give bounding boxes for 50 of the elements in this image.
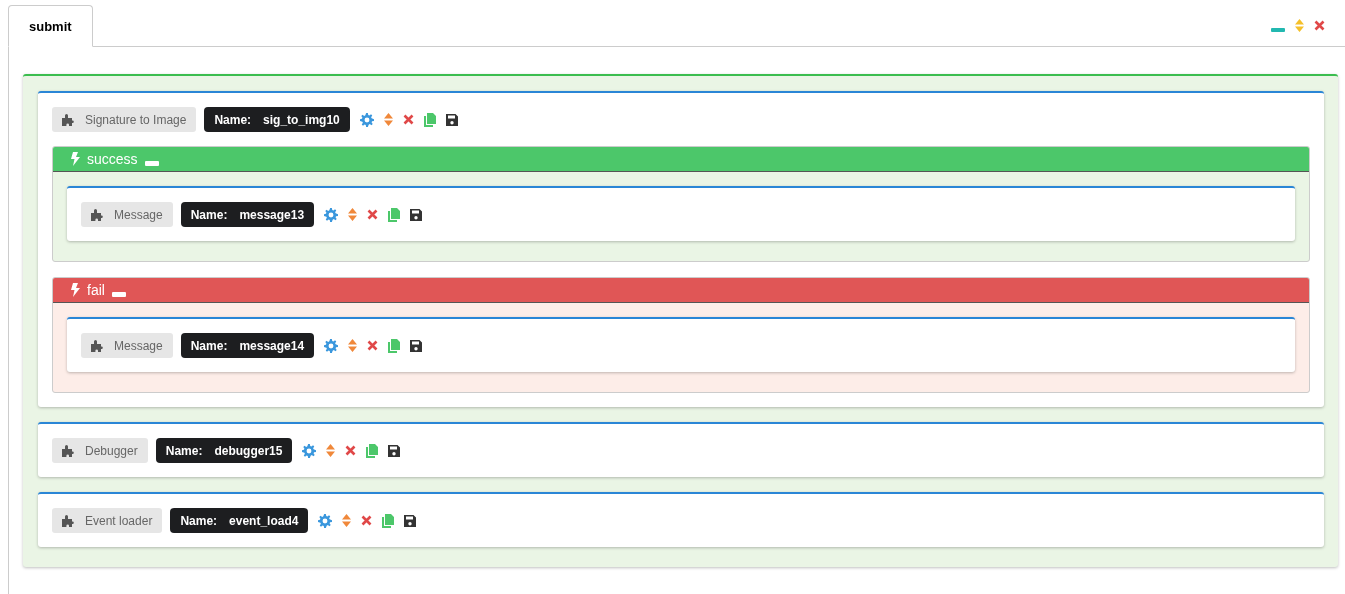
branch-label: success xyxy=(87,151,138,167)
minimize-icon[interactable] xyxy=(144,160,159,166)
copy-icon[interactable] xyxy=(382,513,395,528)
puzzle-icon xyxy=(62,113,75,126)
block-name-badge: Name: sig_to_img10 xyxy=(204,107,350,132)
save-icon[interactable] xyxy=(410,339,423,352)
save-icon[interactable] xyxy=(410,208,423,221)
save-icon[interactable] xyxy=(404,514,417,527)
block-name-badge: Name: message13 xyxy=(180,202,315,227)
block-type-label: Message xyxy=(81,202,173,227)
sort-icon[interactable] xyxy=(342,514,352,527)
close-icon[interactable] xyxy=(402,114,414,125)
sort-icon[interactable] xyxy=(326,444,336,457)
copy-icon[interactable] xyxy=(366,443,379,458)
lightning-icon xyxy=(71,152,80,166)
close-icon[interactable] xyxy=(361,515,373,526)
puzzle-icon xyxy=(91,339,104,352)
settings-icon[interactable] xyxy=(324,207,339,222)
block-name-badge: Name: debugger15 xyxy=(155,438,293,463)
sort-icon[interactable] xyxy=(1295,19,1304,32)
copy-icon[interactable] xyxy=(388,207,401,222)
branch-label: fail xyxy=(87,282,105,298)
sort-icon[interactable] xyxy=(383,113,393,126)
block-type-label: Debugger xyxy=(52,438,148,463)
close-icon[interactable] xyxy=(367,209,379,220)
puzzle-icon xyxy=(62,514,75,527)
lightning-icon xyxy=(71,283,80,297)
close-icon[interactable] xyxy=(345,445,357,456)
block-name-badge: Name: message14 xyxy=(180,333,315,358)
save-icon[interactable] xyxy=(445,113,458,126)
sort-icon[interactable] xyxy=(348,339,358,352)
close-icon[interactable] xyxy=(367,340,379,351)
puzzle-icon xyxy=(91,208,104,221)
copy-icon[interactable] xyxy=(388,338,401,353)
save-icon[interactable] xyxy=(388,444,401,457)
block-type-label: Message xyxy=(81,333,173,358)
puzzle-icon xyxy=(62,444,75,457)
settings-icon[interactable] xyxy=(359,112,374,127)
settings-icon[interactable] xyxy=(302,443,317,458)
copy-icon[interactable] xyxy=(423,112,436,127)
settings-icon[interactable] xyxy=(318,513,333,528)
minimize-icon[interactable] xyxy=(111,291,126,297)
sort-icon[interactable] xyxy=(348,208,358,221)
settings-icon[interactable] xyxy=(324,338,339,353)
close-icon[interactable] xyxy=(1314,20,1325,31)
block-type-label: Signature to Image xyxy=(52,107,197,132)
tab[interactable]: submit xyxy=(8,5,93,47)
block-name-badge: Name: event_load4 xyxy=(170,508,309,533)
minimize-icon[interactable] xyxy=(1271,27,1285,32)
block-type-label: Event loader xyxy=(52,508,163,533)
